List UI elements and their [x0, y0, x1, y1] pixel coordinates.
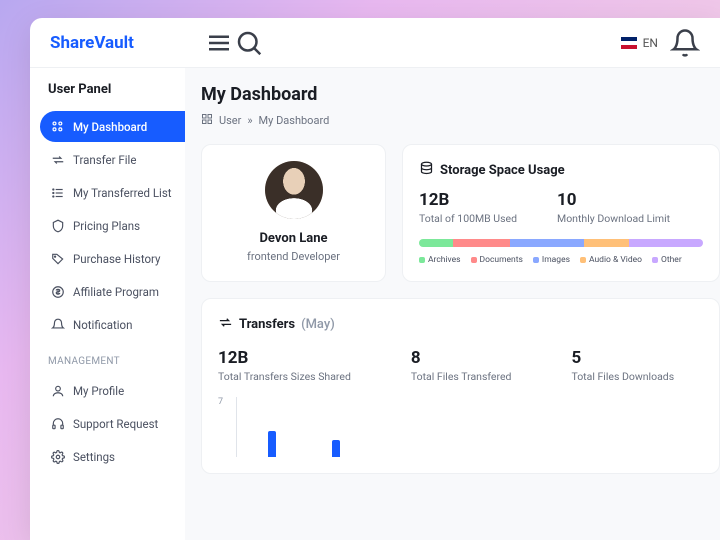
tag-icon: [50, 251, 65, 266]
chart-bar: [268, 431, 276, 457]
sidebar-item-label: My Transferred List: [73, 186, 172, 200]
menu-icon[interactable]: [204, 28, 234, 58]
sidebar-item-label: Affiliate Program: [73, 285, 159, 299]
chevron-right-icon: »: [247, 114, 252, 127]
panel-title: User Panel: [40, 82, 185, 111]
storage-title: Storage Space Usage: [440, 163, 565, 178]
transfers-month: (May): [301, 317, 335, 332]
breadcrumb-root[interactable]: User: [219, 114, 241, 127]
transfer-size-value: 12B: [218, 348, 351, 368]
dollar-icon: [50, 284, 65, 299]
profile-card: Devon Lane frontend Developer: [201, 144, 386, 282]
storage-used-value: 12B: [419, 190, 517, 210]
flag-uk-icon: [621, 37, 637, 49]
search-icon[interactable]: [234, 28, 264, 58]
sidebar-item-notification[interactable]: Notification: [40, 309, 185, 340]
sidebar-item-label: Pricing Plans: [73, 219, 140, 233]
headset-icon: [50, 416, 65, 431]
sidebar-item-label: Settings: [73, 450, 115, 464]
sidebar-item-label: My Dashboard: [73, 120, 147, 134]
files-downloads-value: 5: [571, 348, 674, 368]
transfer-icon: [50, 152, 65, 167]
grid-icon: [50, 119, 65, 134]
chart-ylabel: 7: [218, 397, 223, 407]
bell-icon[interactable]: [670, 28, 700, 58]
sidebar-item-label: Purchase History: [73, 252, 160, 266]
sidebar-item-label: Support Request: [73, 417, 158, 431]
breadcrumb-current: My Dashboard: [259, 114, 330, 127]
breadcrumb-icon: [201, 113, 213, 128]
profile-role: frontend Developer: [247, 250, 340, 263]
sidebar-item-profile[interactable]: My Profile: [40, 375, 185, 406]
transfers-chart: 7: [218, 397, 703, 457]
sidebar-item-affiliate[interactable]: Affiliate Program: [40, 276, 185, 307]
sidebar-item-pricing[interactable]: Pricing Plans: [40, 210, 185, 241]
sidebar-item-purchase-history[interactable]: Purchase History: [40, 243, 185, 274]
avatar: [265, 161, 323, 219]
download-limit-label: Monthly Download Limit: [557, 212, 670, 225]
list-icon: [50, 185, 65, 200]
gear-icon: [50, 449, 65, 464]
transfers-title: Transfers: [239, 317, 295, 332]
sidebar-item-label: My Profile: [73, 384, 124, 398]
sidebar-item-dashboard[interactable]: My Dashboard: [40, 111, 185, 142]
files-transferred-value: 8: [411, 348, 512, 368]
sidebar-item-settings[interactable]: Settings: [40, 441, 185, 472]
pricing-icon: [50, 218, 65, 233]
sidebar-item-label: Notification: [73, 318, 132, 332]
database-icon: [419, 161, 434, 180]
sidebar-item-label: Transfer File: [73, 153, 136, 167]
profile-name: Devon Lane: [259, 231, 327, 246]
chart-bar: [332, 440, 340, 457]
sidebar-item-support[interactable]: Support Request: [40, 408, 185, 439]
sidebar-item-transfer[interactable]: Transfer File: [40, 144, 185, 175]
bell-icon: [50, 317, 65, 332]
transfers-card: Transfers (May) 12B Total Transfers Size…: [201, 298, 720, 474]
storage-legend: Archives Documents Images Audio & Video …: [419, 255, 703, 265]
breadcrumb: User » My Dashboard: [201, 113, 720, 128]
download-limit-value: 10: [557, 190, 670, 210]
section-management: MANAGEMENT: [40, 342, 185, 375]
transfer-icon: [218, 315, 233, 334]
language-selector[interactable]: EN: [621, 36, 658, 50]
storage-card: Storage Space Usage 12B Total of 100MB U…: [402, 144, 720, 282]
sidebar-item-transferred-list[interactable]: My Transferred List: [40, 177, 185, 208]
language-code: EN: [643, 36, 658, 50]
transfer-size-label: Total Transfers Sizes Shared: [218, 370, 351, 383]
storage-used-label: Total of 100MB Used: [419, 212, 517, 225]
files-transferred-label: Total Files Transfered: [411, 370, 512, 383]
files-downloads-label: Total Files Downloads: [571, 370, 674, 383]
page-title: My Dashboard: [201, 84, 720, 105]
brand-logo[interactable]: ShareVault: [50, 33, 134, 53]
user-icon: [50, 383, 65, 398]
storage-bar: [419, 239, 703, 247]
